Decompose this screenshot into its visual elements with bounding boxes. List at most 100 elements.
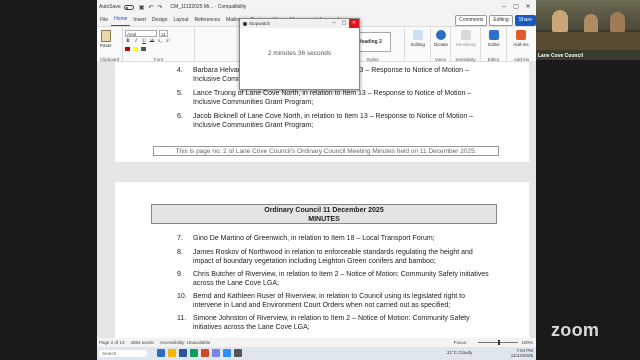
editing-group: Editing bbox=[405, 27, 431, 63]
tab-insert[interactable]: Insert bbox=[130, 14, 149, 26]
close-button[interactable]: ✕ bbox=[522, 0, 534, 14]
weather-widget[interactable]: 21°C Cloudy bbox=[447, 350, 472, 355]
comments-button[interactable]: Comments bbox=[455, 15, 488, 26]
microphone-icon bbox=[436, 30, 446, 40]
tab-references[interactable]: References bbox=[192, 14, 224, 26]
list-item-text: Chris Butcher of Riverview, in relation … bbox=[193, 271, 489, 287]
sensitivity-icon bbox=[461, 30, 471, 40]
list-item-number: 10. bbox=[177, 293, 187, 300]
dictate-button[interactable]: Dictate bbox=[430, 30, 452, 47]
focus-button[interactable]: Focus bbox=[454, 340, 466, 345]
underline-icon[interactable]: U bbox=[141, 39, 147, 44]
edge-icon[interactable] bbox=[157, 349, 165, 357]
list-item-number: 5. bbox=[177, 90, 183, 97]
tab-layout[interactable]: Layout bbox=[171, 14, 192, 26]
stopwatch-controls: ─ ▢ ✕ bbox=[329, 19, 359, 28]
participant-video[interactable]: Lane Cove Council bbox=[536, 0, 640, 60]
document-title: CM_11122025 Mi... · Compatibility bbox=[170, 4, 247, 10]
participant-figure bbox=[610, 12, 625, 32]
word-window: AutoSave ▣ ↶ ↷ CM_11122025 Mi... · Compa… bbox=[97, 0, 536, 347]
addins-button[interactable]: Add-ins bbox=[510, 30, 532, 47]
title-bar: AutoSave ▣ ↶ ↷ CM_11122025 Mi... · Compa… bbox=[97, 0, 536, 14]
teams-icon[interactable] bbox=[212, 349, 220, 357]
stopwatch-titlebar: Stopwatch ─ ▢ ✕ bbox=[240, 19, 359, 28]
text-effects-icon[interactable] bbox=[141, 47, 146, 51]
color-buttons bbox=[125, 47, 146, 51]
stopwatch-app-icon[interactable] bbox=[234, 349, 242, 357]
undo-icon[interactable]: ↶ bbox=[148, 4, 153, 11]
accessibility-status[interactable]: Accessibility: Unavailable bbox=[160, 340, 211, 345]
addins-group: Add-ins Add-ins bbox=[507, 27, 536, 63]
font-name-select[interactable]: Arial bbox=[125, 30, 157, 37]
zoom-icon[interactable] bbox=[223, 349, 231, 357]
autosave-toggle[interactable] bbox=[123, 4, 134, 10]
tab-file[interactable]: File bbox=[97, 14, 111, 26]
list-item-text: Bernd and Kathleen Ruser of Riverview, i… bbox=[193, 293, 465, 309]
list-item-number: 7. bbox=[177, 235, 183, 242]
list-item-text: Jacob Bicknell of Lane Cove North, in re… bbox=[193, 113, 474, 129]
zoom-slider[interactable] bbox=[478, 340, 518, 345]
editing-mode-button[interactable]: Editing bbox=[489, 15, 513, 26]
font-color-icon[interactable] bbox=[125, 47, 130, 51]
superscript-icon[interactable]: x² bbox=[165, 39, 171, 44]
list-item-text: Simone Johnston of Riverview, in relatio… bbox=[193, 315, 470, 331]
find-icon bbox=[413, 30, 423, 40]
share-button[interactable]: Share bbox=[514, 15, 536, 26]
editor-button[interactable]: Editor bbox=[483, 30, 505, 47]
word-count[interactable]: 4084 words bbox=[131, 340, 154, 345]
stopwatch-icon bbox=[243, 21, 247, 26]
taskbar-clock[interactable]: 7:04 PM 11/12/2025 bbox=[511, 348, 533, 358]
page-count[interactable]: Page 2 of 13 bbox=[99, 340, 125, 345]
excel-icon[interactable] bbox=[190, 349, 198, 357]
paste-icon[interactable] bbox=[101, 30, 111, 42]
stopwatch-window: Stopwatch ─ ▢ ✕ 2 minutes 36 seconds bbox=[239, 18, 360, 90]
zoom-level[interactable]: 100% bbox=[521, 340, 533, 345]
stopwatch-maximize-button[interactable]: ▢ bbox=[339, 19, 349, 28]
stopwatch-minimize-button[interactable]: ─ bbox=[329, 19, 339, 28]
style-heading-2[interactable]: Heading 2 bbox=[355, 32, 391, 52]
addins-button-label: Add-ins bbox=[513, 42, 529, 47]
clipboard-group: Paste Clipboard bbox=[97, 27, 123, 63]
word-icon[interactable] bbox=[179, 349, 187, 357]
file-explorer-icon[interactable] bbox=[168, 349, 176, 357]
italic-icon[interactable]: I bbox=[133, 39, 139, 44]
editor-icon bbox=[489, 30, 499, 40]
sensitivity-button[interactable]: Sensitivity bbox=[455, 30, 477, 47]
autosave-label: AutoSave bbox=[99, 4, 121, 10]
save-icon[interactable]: ▣ bbox=[139, 4, 145, 11]
maximize-button[interactable]: ▢ bbox=[510, 0, 522, 14]
stopwatch-close-button[interactable]: ✕ bbox=[349, 19, 359, 28]
list-item-number: 11. bbox=[177, 315, 187, 322]
participant-figure bbox=[552, 10, 568, 32]
bold-icon[interactable]: B bbox=[125, 39, 131, 44]
voice-group: Dictate Voice bbox=[431, 27, 451, 63]
list-item-text: Lance Truong of Lane Cove North, in rela… bbox=[193, 90, 472, 106]
participant-figure bbox=[584, 14, 598, 34]
list-item-number: 9. bbox=[177, 271, 183, 278]
tab-home[interactable]: Home bbox=[111, 14, 131, 26]
highlight-icon[interactable] bbox=[133, 47, 138, 51]
paste-label: Paste bbox=[100, 43, 112, 48]
minimize-button[interactable]: ─ bbox=[498, 0, 510, 14]
participant-name: Lane Cove Council bbox=[538, 53, 584, 59]
tab-design[interactable]: Design bbox=[149, 14, 171, 26]
subscript-icon[interactable]: x₂ bbox=[157, 39, 163, 44]
redo-icon[interactable]: ↷ bbox=[157, 4, 162, 11]
document-area[interactable]: 4. Barbara Helvadjian of Lane Cove, in r… bbox=[97, 62, 536, 338]
list-item-text: Gino De Martino of Greenwich, in relatio… bbox=[193, 235, 435, 242]
list-item-number: 6. bbox=[177, 113, 183, 120]
window-controls: ─ ▢ ✕ bbox=[498, 0, 534, 14]
font-size-select[interactable]: 11 bbox=[159, 30, 168, 37]
page-header-subtitle: MINUTES bbox=[308, 216, 340, 223]
dictate-button-label: Dictate bbox=[433, 42, 448, 47]
powerpoint-icon[interactable] bbox=[201, 349, 209, 357]
status-bar: Page 2 of 13 4084 words Accessibility: U… bbox=[97, 338, 536, 347]
font-group: Arial 11 B I U ab x₂ x² Font bbox=[123, 27, 195, 63]
council-desk bbox=[536, 32, 640, 50]
stopwatch-title: Stopwatch bbox=[249, 21, 271, 26]
page-header: Ordinary Council 11 December 2025 MINUTE… bbox=[151, 204, 497, 224]
taskbar-search[interactable]: Search bbox=[99, 350, 147, 357]
strikethrough-icon[interactable]: ab bbox=[149, 39, 155, 44]
clock-date: 11/12/2025 bbox=[510, 353, 533, 358]
editing-button[interactable]: Editing bbox=[407, 30, 429, 47]
